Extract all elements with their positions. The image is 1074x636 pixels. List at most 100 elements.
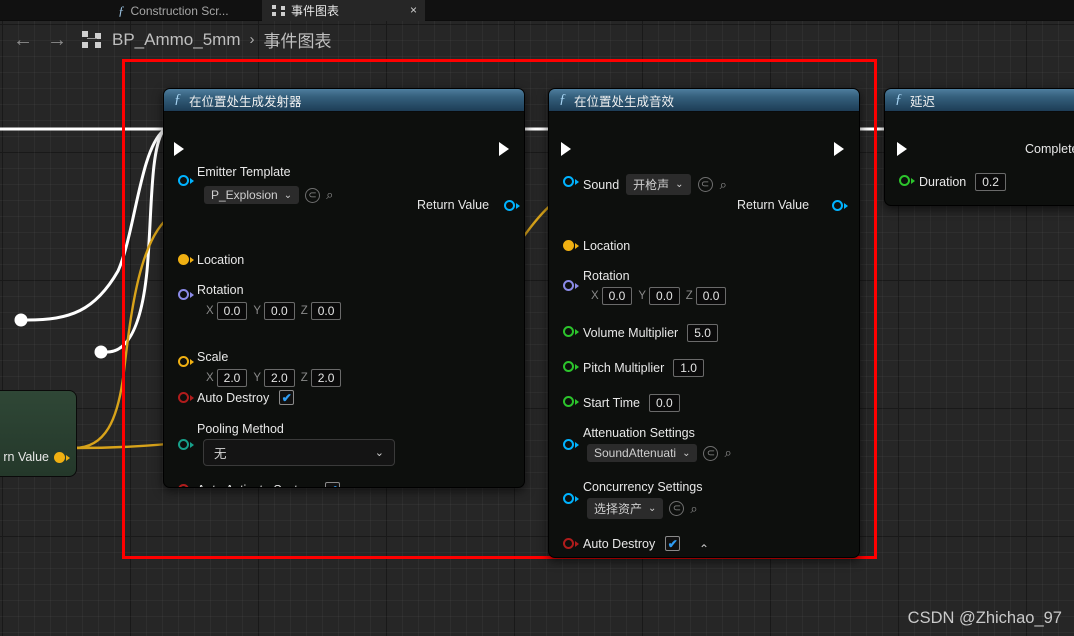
volume-multiplier-pin[interactable]: [563, 326, 579, 337]
node-spawn-sound-at-location[interactable]: ƒ 在位置处生成音效 Sound 开枪声 ⌄ ⊂ ⌕ Return Value …: [548, 88, 860, 558]
rotation-x-label: X: [206, 305, 214, 317]
location-label: Location: [197, 253, 245, 267]
auto-destroy-checkbox[interactable]: ✔: [665, 536, 681, 551]
browse-to-asset-icon[interactable]: ⊂: [697, 177, 713, 192]
node-title: 在位置处生成音效: [574, 94, 675, 109]
node-header: ƒ 在位置处生成发射器: [164, 89, 524, 112]
sound-pin[interactable]: [563, 176, 579, 187]
rotation-x-field[interactable]: 0.0: [216, 302, 248, 320]
concurrency-settings-value: 选择资产: [594, 502, 643, 516]
scale-x-field[interactable]: 2.0: [216, 369, 248, 387]
function-icon: ƒ: [559, 92, 566, 107]
function-icon: ƒ: [174, 92, 181, 107]
concurrency-settings-pin[interactable]: [563, 493, 579, 504]
close-icon[interactable]: ×: [410, 3, 417, 17]
location-pin[interactable]: [563, 240, 579, 251]
attenuation-settings-value: SoundAttenuati: [594, 446, 677, 460]
node-header: ƒ 延迟: [885, 89, 1074, 112]
search-icon[interactable]: ⌕: [724, 445, 731, 461]
browse-to-asset-icon[interactable]: ⊂: [669, 501, 685, 516]
node-body: Completed Duration 0.2: [885, 112, 1074, 205]
auto-activate-system-label: Auto Activate System: [197, 483, 315, 488]
node-body: Emitter Template P_Explosion ⌄ ⊂ ⌕ Retur…: [164, 112, 524, 488]
return-value-label: Return Value: [417, 198, 490, 212]
return-value-pin[interactable]: [504, 200, 520, 211]
start-time-field[interactable]: 0.0: [648, 394, 680, 412]
rotation-y-field[interactable]: 0.0: [264, 302, 295, 320]
pooling-method-dropdown[interactable]: 无 ⌄: [203, 439, 395, 466]
rotation-z-field[interactable]: 0.0: [310, 302, 342, 320]
chevron-down-icon: ⌄: [682, 447, 691, 459]
attenuation-settings-pin[interactable]: [563, 439, 579, 450]
search-icon[interactable]: ⌕: [326, 187, 333, 203]
duration-field[interactable]: 0.2: [975, 173, 1006, 191]
sound-asset-dropdown[interactable]: 开枪声 ⌄: [626, 174, 691, 195]
tab-event-graph[interactable]: 事件图表 ×: [262, 0, 425, 21]
node-variable-getter[interactable]: rn Value: [0, 390, 77, 477]
emitter-template-pin[interactable]: [178, 175, 194, 186]
node-spawn-emitter-at-location[interactable]: ƒ 在位置处生成发射器 Emitter Template P_Explosion: [163, 88, 525, 488]
node-header: ƒ 在位置处生成音效: [549, 89, 859, 112]
pooling-method-value: 无: [214, 447, 227, 461]
exec-in-pin[interactable]: [897, 142, 909, 156]
auto-activate-system-pin[interactable]: [178, 484, 194, 487]
node-delay[interactable]: ƒ 延迟 Completed Duration 0.2: [884, 88, 1074, 206]
rotation-pin[interactable]: [563, 280, 579, 291]
chevron-down-icon: ⌄: [675, 179, 684, 190]
rotation-y-field[interactable]: 0.0: [649, 287, 680, 305]
return-value-pin[interactable]: [832, 200, 848, 211]
chevron-down-icon: ⌄: [374, 447, 384, 459]
tab-label: Construction Scr...: [130, 3, 229, 18]
scale-label: Scale: [197, 350, 229, 364]
scale-pin[interactable]: [178, 356, 194, 367]
emitter-template-value: P_Explosion: [211, 188, 278, 202]
auto-destroy-checkbox[interactable]: ✔: [279, 390, 295, 405]
exec-in-pin[interactable]: [561, 142, 573, 156]
rotation-label: Rotation: [197, 283, 244, 297]
exec-out-pin[interactable]: [834, 142, 846, 156]
volume-multiplier-field[interactable]: 5.0: [687, 324, 718, 342]
return-value-label: rn Value: [3, 450, 49, 464]
auto-activate-system-checkbox[interactable]: ✔: [325, 482, 341, 487]
scale-z-label: Z: [300, 372, 308, 384]
start-time-pin[interactable]: [563, 396, 579, 407]
graph-icon: [272, 5, 285, 16]
duration-pin[interactable]: [899, 175, 915, 186]
location-pin[interactable]: [178, 254, 194, 265]
scale-z-field[interactable]: 2.0: [310, 369, 342, 387]
pitch-multiplier-label: Pitch Multiplier: [583, 361, 665, 375]
auto-destroy-pin[interactable]: [563, 538, 579, 549]
return-value-pin[interactable]: [54, 452, 70, 463]
emitter-template-label: Emitter Template: [197, 165, 291, 179]
rotation-label: Rotation: [583, 269, 630, 283]
rotation-y-label: Y: [253, 305, 262, 317]
attenuation-settings-label: Attenuation Settings: [583, 426, 695, 440]
location-label: Location: [583, 239, 631, 253]
search-icon[interactable]: ⌕: [690, 501, 697, 517]
auto-destroy-pin[interactable]: [178, 392, 194, 403]
search-icon[interactable]: ⌕: [720, 177, 727, 193]
browse-to-asset-icon[interactable]: ⊂: [703, 445, 719, 461]
exec-out-pin[interactable]: [499, 142, 511, 156]
tab-label: 事件图表: [291, 4, 340, 18]
pitch-multiplier-pin[interactable]: [563, 361, 579, 372]
chevron-up-icon[interactable]: ⌃: [699, 542, 709, 556]
browse-to-asset-icon[interactable]: ⊂: [305, 187, 321, 203]
rotation-pin[interactable]: [178, 289, 194, 300]
rotation-y-label: Y: [638, 290, 647, 302]
emitter-template-dropdown[interactable]: P_Explosion ⌄: [204, 186, 300, 204]
pitch-multiplier-field[interactable]: 1.0: [673, 359, 704, 377]
concurrency-settings-dropdown[interactable]: 选择资产 ⌄: [587, 498, 664, 519]
blueprint-graph-canvas[interactable]: ← → BP_Ammo_5mm › 事件图表 rn Value ƒ 在位置处生成…: [0, 21, 1074, 636]
rotation-z-field[interactable]: 0.0: [695, 287, 727, 305]
rotation-x-field[interactable]: 0.0: [601, 287, 633, 305]
watermark: CSDN @Zhichao_97: [907, 609, 1062, 627]
pooling-method-pin[interactable]: [178, 439, 194, 450]
rotation-x-label: X: [591, 290, 599, 302]
exec-in-pin[interactable]: [174, 142, 186, 156]
scale-y-field[interactable]: 2.0: [264, 369, 295, 387]
duration-label: Duration: [919, 175, 967, 189]
tab-construction-script[interactable]: ƒ Construction Scr...: [108, 0, 239, 21]
attenuation-settings-dropdown[interactable]: SoundAttenuati ⌄: [587, 444, 698, 462]
editor-tab-bar: ƒ Construction Scr... 事件图表 ×: [0, 0, 1074, 21]
